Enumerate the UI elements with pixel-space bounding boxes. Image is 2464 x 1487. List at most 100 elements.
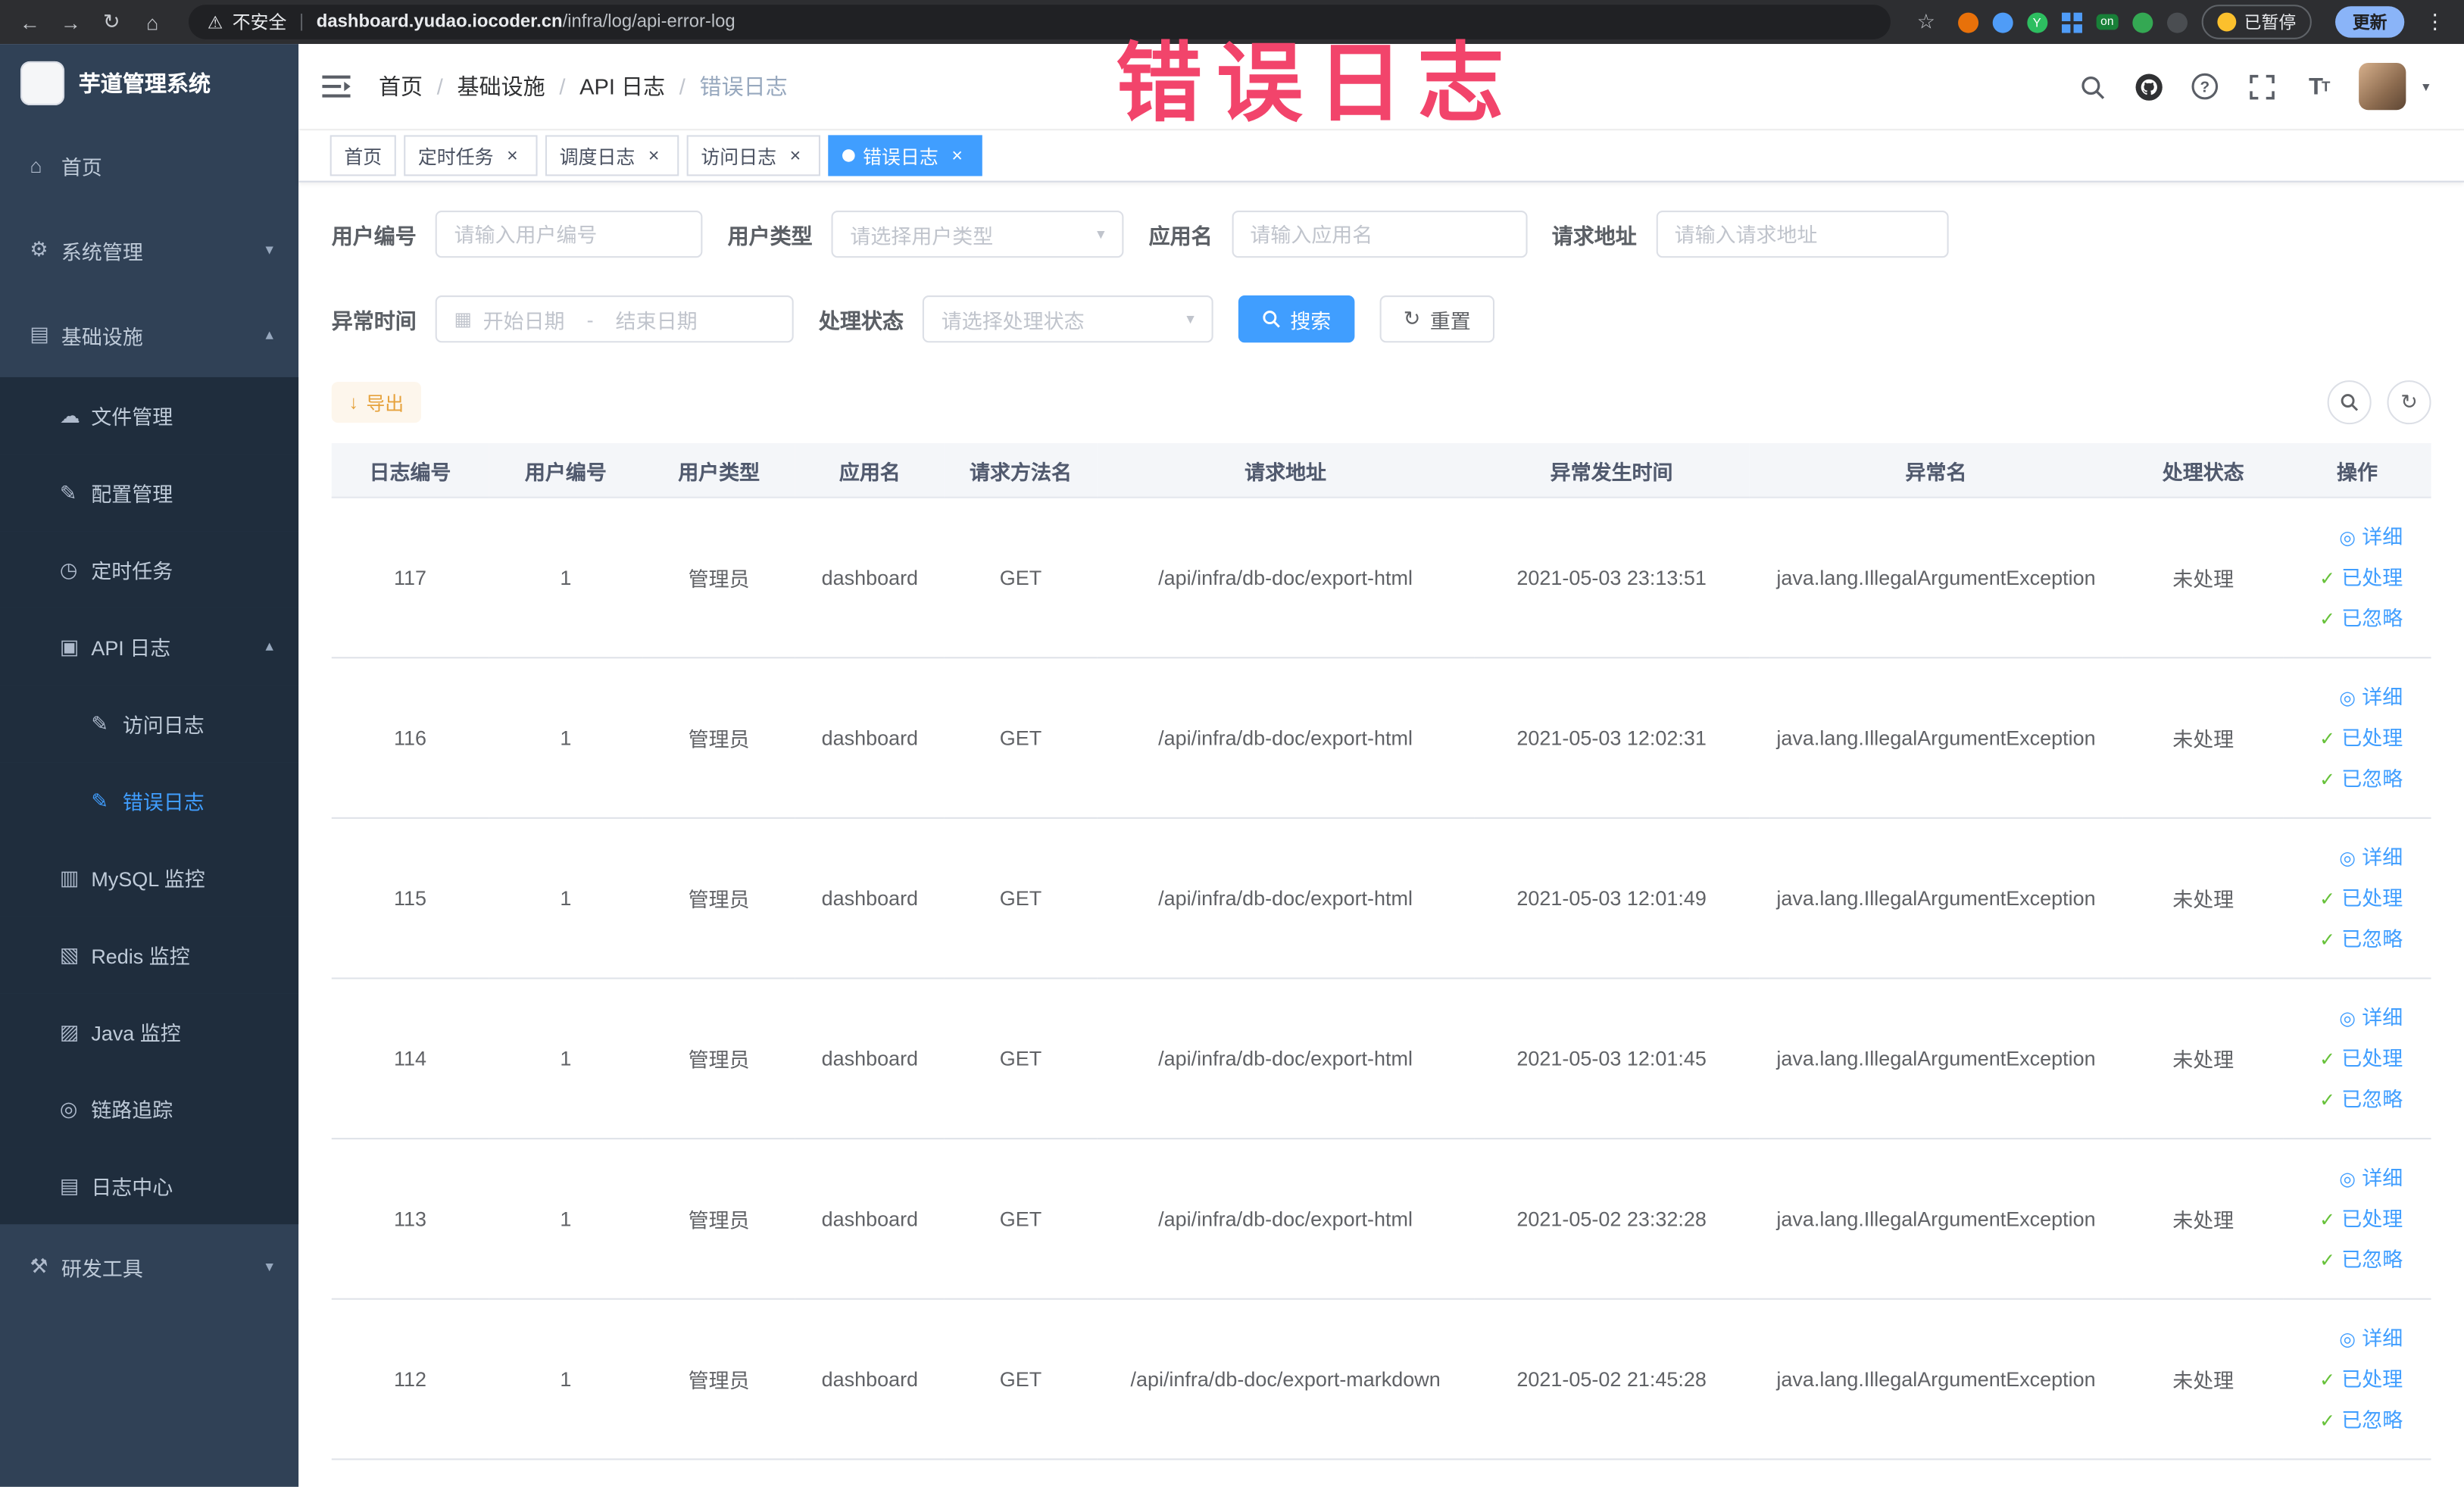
extension-icon[interactable] <box>1992 11 2013 33</box>
cell-exception-time: 2021-05-03 12:01:49 <box>1474 817 1750 979</box>
browser-menu-icon[interactable]: ⋮ <box>2425 9 2445 34</box>
screen: ← → ↻ ⌂ ⚠ 不安全 | dashboard.yudao.iocoder.… <box>0 0 2464 1487</box>
detail-link[interactable]: ◎ 详细 <box>2290 676 2403 717</box>
close-icon[interactable]: × <box>784 145 806 167</box>
sidebar-item-mysql-monitor[interactable]: ▥ MySQL 监控 <box>0 839 299 917</box>
mark-processed-link[interactable]: ✓ 已处理 <box>2290 717 2403 758</box>
date-range-picker[interactable]: ▦ 开始日期 - 结束日期 <box>435 295 794 343</box>
cell-method: GET <box>944 1298 1098 1460</box>
request-url-input[interactable] <box>1655 211 1948 258</box>
close-icon[interactable]: × <box>643 145 665 167</box>
tab-dispatch-log[interactable]: 调度日志 × <box>545 135 679 177</box>
extension-paw-icon[interactable] <box>2167 11 2188 33</box>
app-logo-row[interactable]: 芋道管理系统 <box>0 44 298 123</box>
font-size-icon[interactable]: TT <box>2303 70 2334 102</box>
date-start[interactable]: 开始日期 <box>483 304 565 333</box>
sidebar-item-api-log[interactable]: ▣ API 日志 ▴ <box>0 608 299 686</box>
home-icon[interactable]: ⌂ <box>135 5 170 39</box>
sidebar-item-dev-tools[interactable]: ⚒ 研发工具 ▾ <box>0 1224 298 1309</box>
help-icon[interactable]: ? <box>2190 70 2221 102</box>
github-icon[interactable] <box>2133 70 2164 102</box>
close-icon[interactable]: × <box>501 145 523 167</box>
mark-ignored-link[interactable]: ✓ 已忽略 <box>2290 598 2403 639</box>
sidebar-item-home[interactable]: ⌂ 首页 <box>0 123 298 208</box>
reset-button[interactable]: ↻ 重置 <box>1379 295 1494 343</box>
sidebar-item-error-log[interactable]: ✎ 错误日志 <box>0 762 299 839</box>
url-text[interactable]: dashboard.yudao.iocoder.cn/infra/log/api… <box>317 13 735 32</box>
breadcrumb-item[interactable]: 基础设施 <box>458 70 545 102</box>
breadcrumb-item[interactable]: API 日志 <box>579 70 665 102</box>
user-type-select[interactable]: 请选择用户类型 ▾ <box>831 211 1124 258</box>
mark-processed-link[interactable]: ✓ 已处理 <box>2290 1359 2403 1400</box>
mark-ignored-link[interactable]: ✓ 已忽略 <box>2290 1239 2403 1280</box>
avatar[interactable] <box>2359 62 2407 111</box>
cell-exception-name: java.lang.IllegalArgumentException <box>1749 978 2123 1140</box>
eye-icon: ◎ <box>2339 1006 2356 1029</box>
mark-processed-link[interactable]: ✓ 已处理 <box>2290 1038 2403 1079</box>
sidebar-item-log-center[interactable]: ▤ 日志中心 <box>0 1147 299 1225</box>
detail-link[interactable]: ◎ 详细 <box>2290 517 2403 558</box>
chevron-down-icon: ▾ <box>1097 225 1105 243</box>
fullscreen-icon[interactable] <box>2247 70 2278 102</box>
sidebar-item-access-log[interactable]: ✎ 访问日志 <box>0 685 299 763</box>
edit-square-icon: ✎ <box>91 711 108 735</box>
chevron-down-icon[interactable]: ▾ <box>2422 78 2429 95</box>
extension-grid-icon[interactable] <box>2061 11 2082 33</box>
sidebar-item-scheduled-tasks[interactable]: ◷ 定时任务 <box>0 531 299 608</box>
tab-scheduled-tasks[interactable]: 定时任务 × <box>404 135 538 177</box>
mark-ignored-link[interactable]: ✓ 已忽略 <box>2290 919 2403 960</box>
sidebar-item-redis-monitor[interactable]: ▧ Redis 监控 <box>0 916 299 994</box>
reload-icon[interactable]: ↻ <box>94 5 129 39</box>
back-icon[interactable]: ← <box>13 5 48 39</box>
tab-home[interactable]: 首页 <box>329 135 396 177</box>
mark-ignored-link[interactable]: ✓ 已忽略 <box>2290 1079 2403 1120</box>
sidebar-item-config-management[interactable]: ✎ 配置管理 <box>0 454 299 532</box>
update-button[interactable]: 更新 <box>2335 6 2405 38</box>
sidebar-item-file-management[interactable]: ☁ 文件管理 <box>0 376 299 455</box>
forward-icon[interactable]: → <box>54 5 89 39</box>
toggle-search-button[interactable] <box>2327 380 2372 425</box>
extension-on-badge[interactable]: on <box>2095 14 2119 30</box>
sidebar-item-infrastructure[interactable]: ▤ 基础设施 ▴ <box>0 292 298 377</box>
sidebar-item-trace[interactable]: ◎ 链路追踪 <box>0 1070 299 1148</box>
address-bar[interactable]: ⚠ 不安全 | dashboard.yudao.iocoder.cn/infra… <box>188 5 1891 39</box>
check-icon: ✓ <box>2319 1248 2335 1271</box>
user-id-input[interactable] <box>435 211 703 258</box>
mark-processed-link[interactable]: ✓ 已处理 <box>2290 557 2403 598</box>
paused-chip[interactable]: 已暂停 <box>2201 5 2312 39</box>
search-icon[interactable] <box>2077 70 2108 102</box>
extension-icon[interactable] <box>2132 11 2153 33</box>
detail-link[interactable]: ◎ 详细 <box>2290 997 2403 1038</box>
app-name-input[interactable] <box>1231 211 1527 258</box>
home-icon: ⌂ <box>30 153 42 177</box>
bookmark-star-icon[interactable]: ☆ <box>1909 5 1944 39</box>
security-label[interactable]: 不安全 <box>233 9 287 34</box>
storage-icon: ▧ <box>59 942 80 966</box>
detail-link[interactable]: ◎ 详细 <box>2290 837 2403 878</box>
app-title: 芋道管理系统 <box>78 70 211 96</box>
export-button[interactable]: ↓ 导出 <box>331 382 422 423</box>
breadcrumb-item[interactable]: 首页 <box>379 70 423 102</box>
check-icon: ✓ <box>2319 1047 2335 1070</box>
sidebar-item-system-management[interactable]: ⚙ 系统管理 ▾ <box>0 208 298 292</box>
tab-access-log[interactable]: 访问日志 × <box>686 135 821 177</box>
mark-ignored-link[interactable]: ✓ 已忽略 <box>2290 1400 2403 1441</box>
tab-error-log[interactable]: 错误日志 × <box>828 135 982 177</box>
sidebar-item-java-monitor[interactable]: ▨ Java 监控 <box>0 993 299 1070</box>
search-button[interactable]: 搜索 <box>1238 295 1355 343</box>
process-status-select[interactable]: 请选择处理状态 ▾ <box>922 295 1213 343</box>
chevron-up-icon: ▴ <box>265 326 273 344</box>
filter-user-type: 用户类型 请选择用户类型 ▾ <box>728 211 1124 258</box>
chevron-down-icon: ▾ <box>265 1257 273 1276</box>
mark-ignored-link[interactable]: ✓ 已忽略 <box>2290 758 2403 799</box>
hamburger-icon[interactable] <box>322 70 353 102</box>
detail-link[interactable]: ◎ 详细 <box>2290 1157 2403 1198</box>
refresh-button[interactable]: ↻ <box>2387 380 2431 425</box>
extension-icon[interactable] <box>1957 11 1978 33</box>
date-end[interactable]: 结束日期 <box>616 304 698 333</box>
mark-processed-link[interactable]: ✓ 已处理 <box>2290 878 2403 919</box>
extension-icon[interactable]: Y <box>2026 11 2047 33</box>
mark-processed-link[interactable]: ✓ 已处理 <box>2290 1198 2403 1239</box>
close-icon[interactable]: × <box>946 145 968 167</box>
detail-link[interactable]: ◎ 详细 <box>2290 1318 2403 1359</box>
